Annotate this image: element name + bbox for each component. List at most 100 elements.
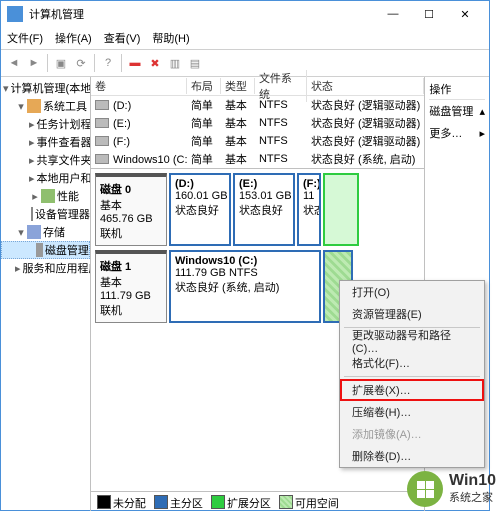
tree-item-1[interactable]: ▸任务计划程序 <box>1 115 90 133</box>
vol-status: 状态良好 (逻辑驱动器) <box>307 97 424 113</box>
actions-group[interactable]: 磁盘管理 ▴ <box>429 100 485 122</box>
tree-item-3[interactable]: ▸共享文件夹 <box>1 151 90 169</box>
disk-label[interactable]: 磁盘 1基本111.79 GB联机 <box>95 250 167 323</box>
device-icon <box>31 207 33 221</box>
vol-name: (F:) <box>113 136 130 148</box>
view1-icon[interactable]: ▬ <box>126 54 144 72</box>
disk-row: 磁盘 0基本465.76 GB联机(D:)160.01 GB状态良好(E:)15… <box>95 173 420 246</box>
partition[interactable]: Windows10 (C:)111.79 GB NTFS状态良好 (系统, 启动… <box>169 250 321 323</box>
col-status[interactable]: 状态 <box>307 78 424 94</box>
context-menu-item[interactable]: 资源管理器(E) <box>340 303 484 325</box>
actions-header: 操作 <box>429 79 485 100</box>
help-icon[interactable]: ? <box>99 54 117 72</box>
disk-state: 联机 <box>100 302 162 318</box>
up-icon[interactable]: ▣ <box>52 54 70 72</box>
vol-name: (E:) <box>113 118 131 130</box>
menu-file[interactable]: 文件(F) <box>7 30 43 46</box>
minimize-button[interactable]: — <box>375 2 411 26</box>
disk-size: 465.76 GB <box>100 213 162 225</box>
context-menu-item[interactable]: 扩展卷(X)… <box>340 379 484 401</box>
tree-item-6[interactable]: 设备管理器 <box>1 205 90 223</box>
partition[interactable] <box>323 173 359 246</box>
partition[interactable]: (F:)11状态良好 <box>297 173 321 246</box>
vol-layout: 简单 <box>187 97 221 113</box>
volume-row[interactable]: (E:)简单基本NTFS状态良好 (逻辑驱动器) <box>91 114 424 132</box>
context-menu-item[interactable]: 格式化(F)… <box>340 352 484 374</box>
drive-icon <box>95 136 109 146</box>
vol-fs: NTFS <box>255 135 307 147</box>
context-menu-item[interactable]: 打开(O) <box>340 281 484 303</box>
menu-action[interactable]: 操作(A) <box>55 30 92 46</box>
tree-item-5[interactable]: ▸ 性能 <box>1 187 90 205</box>
tree-root[interactable]: ▾ 计算机管理(本地) <box>1 79 90 97</box>
maximize-button[interactable]: ☐ <box>411 2 447 26</box>
vol-type: 基本 <box>221 115 255 131</box>
disk-name: 磁盘 1 <box>100 258 162 274</box>
col-layout[interactable]: 布局 <box>187 78 221 94</box>
volume-row[interactable]: (F:)简单基本NTFS状态良好 (逻辑驱动器) <box>91 132 424 150</box>
tree-item-7[interactable]: ▾存储 <box>1 223 90 241</box>
tree-item-4[interactable]: ▸本地用户和组 <box>1 169 90 187</box>
caret-icon[interactable]: ▸ <box>29 154 35 167</box>
menu-help[interactable]: 帮助(H) <box>152 30 189 46</box>
vol-layout: 简单 <box>187 115 221 131</box>
menu-view[interactable]: 查看(V) <box>104 30 141 46</box>
context-menu-item[interactable]: 更改驱动器号和路径(C)… <box>340 330 484 352</box>
vol-fs: NTFS <box>255 153 307 165</box>
tree-label: 共享文件夹 <box>37 152 91 168</box>
forward-icon[interactable]: ► <box>25 54 43 72</box>
toolbar: ◄ ► ▣ ⟳ ? ▬ ✖ ▥ ▤ <box>1 50 489 77</box>
chevron-up-icon: ▴ <box>479 105 485 118</box>
partition-status: 状态良好 <box>175 202 225 218</box>
view2-icon[interactable]: ▥ <box>166 54 184 72</box>
close-x-icon[interactable]: ✖ <box>146 54 164 72</box>
context-menu-item[interactable]: 压缩卷(H)… <box>340 401 484 423</box>
legend-free: 可用空间 <box>295 498 339 510</box>
caret-icon[interactable]: ▸ <box>29 136 35 149</box>
watermark-line2: 系统之家 <box>449 489 496 505</box>
caret-icon[interactable]: ▸ <box>15 262 21 275</box>
volume-header[interactable]: 卷 布局 类型 文件系统 状态 <box>91 77 424 96</box>
view3-icon[interactable]: ▤ <box>186 54 204 72</box>
volume-row[interactable]: (D:)简单基本NTFS状态良好 (逻辑驱动器) <box>91 96 424 114</box>
tree-label: 系统工具 <box>43 98 87 114</box>
caret-icon[interactable]: ▾ <box>15 226 27 239</box>
caret-icon[interactable]: ▾ <box>15 100 27 113</box>
window-title: 计算机管理 <box>29 6 369 22</box>
tree-item-0[interactable]: ▾ 系统工具 <box>1 97 90 115</box>
legend-unalloc: 未分配 <box>113 498 146 510</box>
menubar: 文件(F) 操作(A) 查看(V) 帮助(H) <box>1 27 489 50</box>
partition[interactable]: (D:)160.01 GB状态良好 <box>169 173 231 246</box>
volume-row[interactable]: Windows10 (C:)简单基本NTFS状态良好 (系统, 启动) <box>91 150 424 168</box>
nav-tree[interactable]: ▾ 计算机管理(本地) ▾系统工具▸任务计划程序▸事件查看器▸共享文件夹▸本地用… <box>1 77 91 511</box>
caret-icon[interactable]: ▸ <box>29 118 35 131</box>
col-volume[interactable]: 卷 <box>91 78 187 94</box>
caret-icon[interactable]: ▸ <box>29 190 41 203</box>
drive-icon <box>95 154 109 164</box>
refresh-icon[interactable]: ⟳ <box>72 54 90 72</box>
col-type[interactable]: 类型 <box>221 78 255 94</box>
partition[interactable]: (E:)153.01 GB状态良好 <box>233 173 295 246</box>
tree-label: 性能 <box>57 188 79 204</box>
partition-name: (D:) <box>175 178 225 190</box>
volume-list: 卷 布局 类型 文件系统 状态 (D:)简单基本NTFS状态良好 (逻辑驱动器)… <box>91 77 424 169</box>
drive-icon <box>95 118 109 128</box>
disk-label[interactable]: 磁盘 0基本465.76 GB联机 <box>95 173 167 246</box>
close-button[interactable]: ✕ <box>447 2 483 26</box>
disk-kind: 基本 <box>100 197 162 213</box>
col-filesystem[interactable]: 文件系统 <box>255 70 307 102</box>
context-menu-item[interactable]: 删除卷(D)… <box>340 445 484 467</box>
tree-label: 设备管理器 <box>35 206 90 222</box>
vol-type: 基本 <box>221 151 255 167</box>
actions-more[interactable]: 更多… ▸ <box>429 122 485 144</box>
partition-size: 11 <box>303 190 315 202</box>
partition-status: 状态良好 (系统, 启动) <box>175 279 315 295</box>
tree-item-8[interactable]: 磁盘管理 <box>1 241 90 259</box>
tree-item-9[interactable]: ▸服务和应用程序 <box>1 259 90 277</box>
partition-size: 153.01 GB <box>239 190 289 202</box>
caret-icon[interactable]: ▸ <box>29 172 35 185</box>
drive-icon <box>95 100 109 110</box>
back-icon[interactable]: ◄ <box>5 54 23 72</box>
tree-label: 本地用户和组 <box>37 170 91 186</box>
tree-item-2[interactable]: ▸事件查看器 <box>1 133 90 151</box>
